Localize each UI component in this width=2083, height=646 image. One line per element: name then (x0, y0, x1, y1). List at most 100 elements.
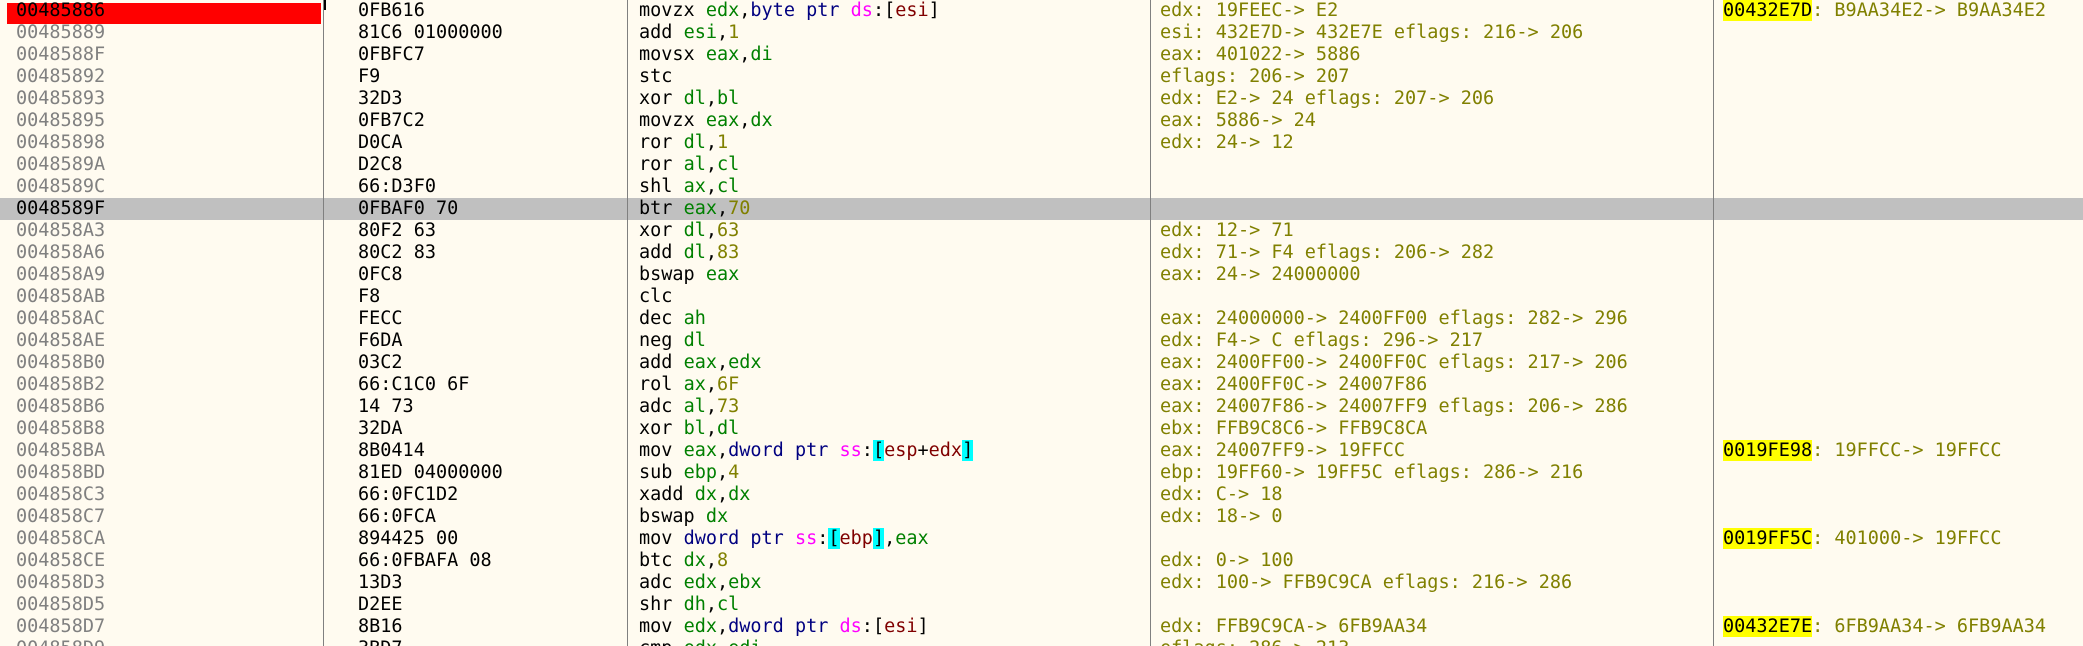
row-instruction: movzx edx,byte ptr ds:[esi] (639, 0, 1139, 22)
column-divider-registers[interactable] (1713, 0, 1714, 646)
instruction-token: 63 (716, 220, 740, 241)
trace-row[interactable]: 00485898 D0CA ror dl,1 edx: 24-> 12 (0, 132, 2083, 154)
instruction-token: : (861, 616, 873, 637)
instruction-token: , (716, 22, 729, 43)
instruction-token: dx (683, 550, 706, 571)
row-memory-changes (1723, 88, 2083, 110)
trace-row[interactable]: 0048588F 0FBFC7 movsx eax,di eax: 401022-> … (0, 44, 2083, 66)
instruction-token: dword ptr (728, 616, 829, 637)
row-address: 00485898 (16, 132, 106, 153)
instruction-token: dword ptr (728, 440, 829, 461)
row-register-changes: ebp: 19FF60-> 19FF5C eflags: 286-> 216 (1160, 462, 1584, 483)
instruction-token: [ (872, 440, 885, 461)
trace-row[interactable]: 0048589F 0FBAF0 70 btr eax,70 (0, 198, 2083, 220)
trace-row[interactable]: 004858B6 14 73 adc al,73 eax: 24007F86-> 24… (0, 396, 2083, 418)
trace-row[interactable]: 004858C7 66:0FCA bswap dx edx: 18-> 0 (0, 506, 2083, 528)
instruction-token (672, 88, 683, 109)
instruction-token: , (705, 132, 717, 153)
trace-row[interactable]: 004858BA 8B0414 mov eax,dword ptr ss:[esp+… (0, 440, 2083, 462)
column-divider-bytes[interactable] (627, 0, 628, 646)
instruction-token: ] (962, 440, 974, 461)
instruction-token: shr (639, 594, 673, 615)
trace-row[interactable]: 004858CA 894425 00 mov dword ptr ss:[ebp],… (0, 528, 2083, 550)
trace-row[interactable]: 004858D9 3BD7 cmp edx,edi eflags: 286-> 213 (0, 638, 2083, 646)
instruction-token: adc (639, 396, 673, 417)
instruction-token (672, 374, 683, 395)
row-address: 004858A3 (16, 220, 106, 241)
instruction-token: , (739, 44, 751, 65)
instruction-token (672, 242, 683, 263)
instruction-token (672, 638, 683, 646)
instruction-token: , (705, 374, 717, 395)
row-register-changes: edx: 18-> 0 (1160, 506, 1283, 527)
instruction-token: ] (928, 0, 940, 21)
row-memory-changes (1723, 110, 2083, 132)
instruction-token (672, 330, 683, 351)
instruction-token: edx (928, 440, 963, 461)
trace-row[interactable]: 004858C3 66:0FC1D2 xadd dx,dx edx: C-> 18 (0, 484, 2083, 506)
trace-row[interactable]: 004858B8 32DA xor bl,dl ebx: FFB9C8C6-> FFB… (0, 418, 2083, 440)
row-register-changes: esi: 432E7D-> 432E7E eflags: 216-> 206 (1160, 22, 1584, 43)
trace-row[interactable]: 004858A3 80F2 63 xor dl,63 edx: 12-> 71 (0, 220, 2083, 242)
row-address: 004858D9 (16, 638, 316, 646)
row-instruction: add dl,83 (639, 242, 1139, 264)
trace-row[interactable]: 004858D7 8B16 mov edx,dword ptr ds:[esi] ed… (0, 616, 2083, 638)
instruction-token: , (716, 616, 729, 637)
trace-row[interactable]: 004858AE F6DA neg dl edx: F4-> C eflags: 29… (0, 330, 2083, 352)
trace-row[interactable]: 0048589C 66:D3F0 shl ax,cl (0, 176, 2083, 198)
trace-row[interactable]: 00485886 0FB616 movzx edx,byte ptr ds:[esi… (0, 0, 2083, 22)
row-address: 004858BA (16, 440, 106, 461)
trace-row[interactable]: 004858D5 D2EE shr dh,cl (0, 594, 2083, 616)
column-divider-address[interactable] (323, 0, 324, 646)
instruction-token: ] (917, 616, 929, 637)
row-register-changes (1160, 528, 1700, 550)
row-bytes: 66:0FCA (358, 506, 436, 527)
trace-row[interactable]: 004858A6 80C2 83 add dl,83 edx: 71-> F4 efl… (0, 242, 2083, 264)
trace-row[interactable]: 00485889 81C6 01000000 add esi,1 esi: 432E7… (0, 22, 2083, 44)
instruction-token: eax (683, 352, 717, 373)
instruction-token: , (739, 0, 751, 21)
instruction-token: dx (750, 110, 773, 131)
row-bytes: 14 73 (358, 396, 414, 417)
row-bytes: D2C8 (358, 154, 403, 175)
instruction-token: , (705, 88, 717, 109)
trace-row[interactable]: 004858AC FECC dec ah eax: 24000000-> 2400FF… (0, 308, 2083, 330)
row-memory-changes (1723, 352, 2083, 374)
trace-view[interactable]: 00485886 0FB616 movzx edx,byte ptr ds:[esi… (0, 0, 2083, 646)
row-memory-changes (1723, 154, 2083, 176)
row-bytes: FECC (358, 308, 403, 329)
trace-row[interactable]: 004858BD 81ED 04000000 sub ebp,4 ebp: 19FF6… (0, 462, 2083, 484)
instruction-token: dl (683, 242, 706, 263)
trace-row[interactable]: 004858B2 66:C1C0 6F rol ax,6F eax: 2400FF0C… (0, 374, 2083, 396)
row-memory-changes (1723, 44, 2083, 66)
row-instruction: neg dl (639, 330, 1139, 352)
instruction-token: mov (639, 440, 673, 461)
instruction-token: stc (639, 66, 673, 87)
instruction-token: , (739, 110, 751, 131)
instruction-token: , (716, 198, 729, 219)
column-divider-instruction[interactable] (1150, 0, 1151, 646)
row-address: 004858C3 (16, 484, 106, 505)
trace-row[interactable]: 0048589A D2C8 ror al,cl (0, 154, 2083, 176)
instruction-token: cmp (639, 638, 672, 646)
instruction-token: : (817, 528, 829, 549)
instruction-token: , (705, 594, 717, 615)
row-instruction: movzx eax,dx (639, 110, 1139, 132)
instruction-token: dl (683, 330, 706, 351)
instruction-token: 1 (728, 22, 740, 43)
row-address: 004858BD (16, 462, 106, 483)
trace-row[interactable]: 004858A9 0FC8 bswap eax eax: 24-> 24000000 (0, 264, 2083, 286)
row-register-changes (1160, 154, 1700, 176)
trace-row[interactable]: 004858AB F8 clc (0, 286, 2083, 308)
trace-row[interactable]: 00485895 0FB7C2 movzx eax,dx eax: 5886-> 24 (0, 110, 2083, 132)
trace-row[interactable]: 004858B0 03C2 add eax,edx eax: 2400FF00-> 2… (0, 352, 2083, 374)
instruction-token: dx (694, 484, 717, 505)
trace-row[interactable]: 004858CE 66:0FBAFA 08 btc dx,8 edx: 0-> 100 (0, 550, 2083, 572)
instruction-token: ds (839, 616, 862, 637)
memory-value: : B9AA34E2-> B9AA34E2 (1812, 0, 2047, 21)
trace-row[interactable]: 00485892 F9 stc eflags: 206-> 207 (0, 66, 2083, 88)
instruction-token: add (639, 352, 673, 373)
trace-row[interactable]: 004858D3 13D3 adc edx,ebx edx: 100-> FFB9C9… (0, 572, 2083, 594)
trace-row[interactable]: 00485893 32D3 xor dl,bl edx: E2-> 24 eflags… (0, 88, 2083, 110)
row-address: 004858CA (16, 528, 106, 549)
